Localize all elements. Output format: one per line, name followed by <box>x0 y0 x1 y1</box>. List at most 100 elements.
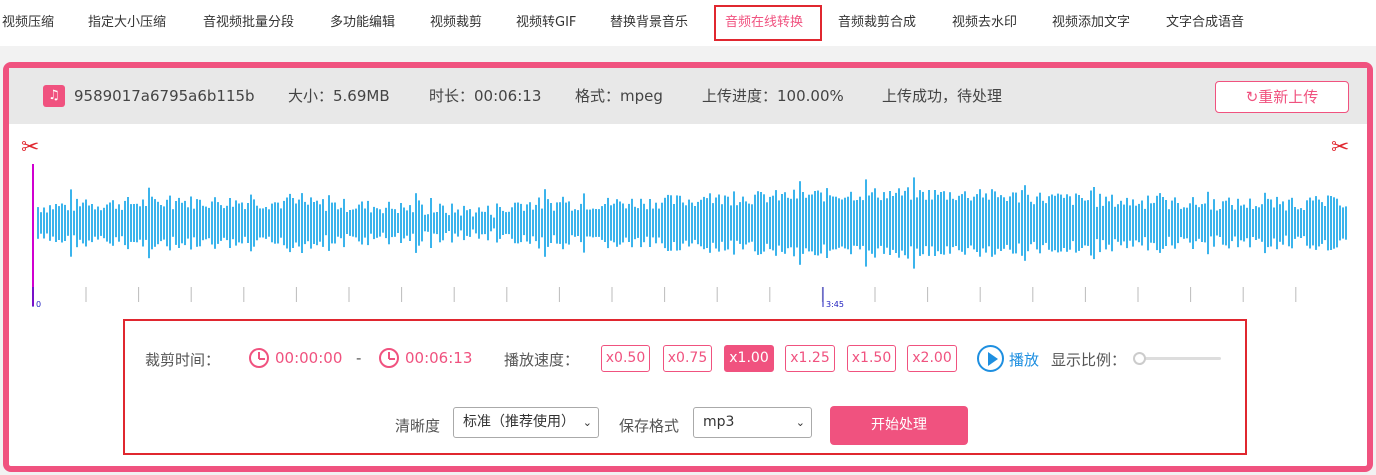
nav-item-multi-edit[interactable]: 多功能编辑 <box>330 0 395 46</box>
speed-button-1-00[interactable]: x1.00 <box>724 345 774 372</box>
waveform-bar <box>1114 206 1116 240</box>
waveform-bar <box>61 203 63 243</box>
waveform-bar <box>1045 203 1047 243</box>
waveform-bar <box>1210 209 1212 237</box>
waveform-bar <box>742 196 744 250</box>
waveform-bar <box>688 199 690 247</box>
waveform-bar <box>568 201 570 245</box>
trim-start-scissor-icon[interactable]: ✂ <box>21 136 39 160</box>
waveform-bar <box>925 199 927 247</box>
waveform-bar <box>610 205 612 241</box>
waveform-bar <box>781 194 783 252</box>
speed-button-2-00[interactable]: x2.00 <box>907 345 957 372</box>
waveform-bar <box>109 202 111 244</box>
nav-item-bg-music[interactable]: 替换背景音乐 <box>610 0 688 46</box>
waveform-bar <box>67 210 69 236</box>
nav-item-batch-split[interactable]: 音视频批量分段 <box>203 0 294 46</box>
waveform-bar <box>745 201 747 245</box>
waveform-bar <box>856 200 858 246</box>
waveform-bar <box>718 194 720 252</box>
waveform-bar <box>76 198 78 248</box>
file-format: 格式：mpeg <box>575 87 663 105</box>
waveform-bar <box>1189 203 1191 243</box>
waveform-bar <box>1060 194 1062 252</box>
waveform-bar <box>757 191 759 255</box>
waveform-bar <box>1240 205 1242 241</box>
waveform-bar <box>901 195 903 251</box>
format-select[interactable]: mp3 ⌄ <box>693 407 812 438</box>
trim-end-scissor-icon[interactable]: ✂ <box>1331 136 1349 160</box>
waveform-bar <box>580 203 582 243</box>
start-processing-button[interactable]: 开始处理 <box>830 406 968 445</box>
waveform-bar <box>646 209 648 237</box>
waveform-bar <box>658 208 660 238</box>
play-icon[interactable] <box>977 345 1004 372</box>
waveform-bar <box>202 205 204 241</box>
reupload-button[interactable]: ↻重新上传 <box>1215 81 1349 113</box>
waveform-bar <box>1246 207 1248 239</box>
waveform-bar <box>859 196 861 250</box>
zoom-slider-track[interactable] <box>1135 357 1221 360</box>
nav-item-watermark[interactable]: 视频去水印 <box>952 0 1017 46</box>
play-label[interactable]: 播放 <box>1009 349 1039 370</box>
waveform-bar <box>628 203 630 242</box>
waveform-bar <box>1195 204 1197 242</box>
waveform-bar <box>898 188 900 258</box>
waveform-bar <box>727 196 729 250</box>
waveform-bar <box>1297 209 1299 237</box>
waveform-bar <box>838 198 840 248</box>
speed-button-1-25[interactable]: x1.25 <box>785 345 835 372</box>
nav-item-audio-trim[interactable]: 音频裁剪合成 <box>838 0 916 46</box>
speed-button-0-75[interactable]: x0.75 <box>663 345 712 372</box>
waveform-bar <box>862 200 864 246</box>
nav-item-add-text[interactable]: 视频添加文字 <box>1052 0 1130 46</box>
waveform-bar <box>115 208 117 238</box>
waveform-bar <box>793 189 795 257</box>
waveform-bar <box>799 181 801 265</box>
waveform-bar <box>775 190 777 256</box>
waveform-area[interactable]: 0 3:45 ✂ ✂ <box>9 124 1367 314</box>
waveform-bar <box>919 190 921 256</box>
waveform-bar <box>265 207 267 239</box>
nav-item-video-compress[interactable]: 视频压缩 <box>2 0 54 46</box>
waveform-bar <box>1234 209 1236 237</box>
waveform-bar <box>256 205 258 241</box>
waveform-bar <box>1078 195 1080 251</box>
waveform-bar <box>1171 200 1173 246</box>
waveform-bar <box>670 195 672 251</box>
waveform-bar <box>1288 199 1290 247</box>
waveform-bar <box>769 196 771 250</box>
waveform-bar <box>1309 197 1311 249</box>
waveform-bar <box>877 197 879 249</box>
refresh-icon: ↻ <box>1245 88 1259 106</box>
waveform-bar <box>1159 193 1161 253</box>
waveform-bar <box>1015 192 1017 254</box>
waveform-bar <box>484 211 486 235</box>
waveform-bar <box>1261 204 1263 242</box>
trim-end-time[interactable]: 00:06:13 <box>405 349 472 367</box>
waveform-bar <box>286 197 288 249</box>
zoom-slider-knob[interactable] <box>1133 352 1146 365</box>
nav-item-size-compress[interactable]: 指定大小压缩 <box>88 0 166 46</box>
nav-item-video-trim[interactable]: 视频裁剪 <box>430 0 482 46</box>
waveform-bar <box>175 201 177 245</box>
speed-button-0-50[interactable]: x0.50 <box>601 345 650 372</box>
speed-button-1-50[interactable]: x1.50 <box>847 345 896 372</box>
waveform-bar <box>106 204 108 242</box>
waveform-bar <box>250 194 252 252</box>
end-clock-icon[interactable] <box>379 348 399 368</box>
waveform-bar <box>736 205 738 241</box>
quality-select[interactable]: 标准（推荐使用） ⌄ <box>453 407 599 438</box>
waveform-bar <box>1093 187 1095 260</box>
waveform-bar <box>946 199 948 247</box>
waveform-bar <box>583 193 585 253</box>
waveform-bar <box>754 194 756 252</box>
file-info-bar: ♫ 9589017a6795a6b115b... 大小：5.69MB 时长：00… <box>9 68 1367 124</box>
nav-item-video-gif[interactable]: 视频转GIF <box>516 0 576 46</box>
start-clock-icon[interactable] <box>249 348 269 368</box>
trim-start-time[interactable]: 00:00:00 <box>275 349 342 367</box>
waveform-bar <box>1021 190 1023 256</box>
waveform-bar <box>1099 193 1101 253</box>
waveform-bar <box>1183 207 1185 239</box>
waveform-bar <box>1141 200 1143 246</box>
